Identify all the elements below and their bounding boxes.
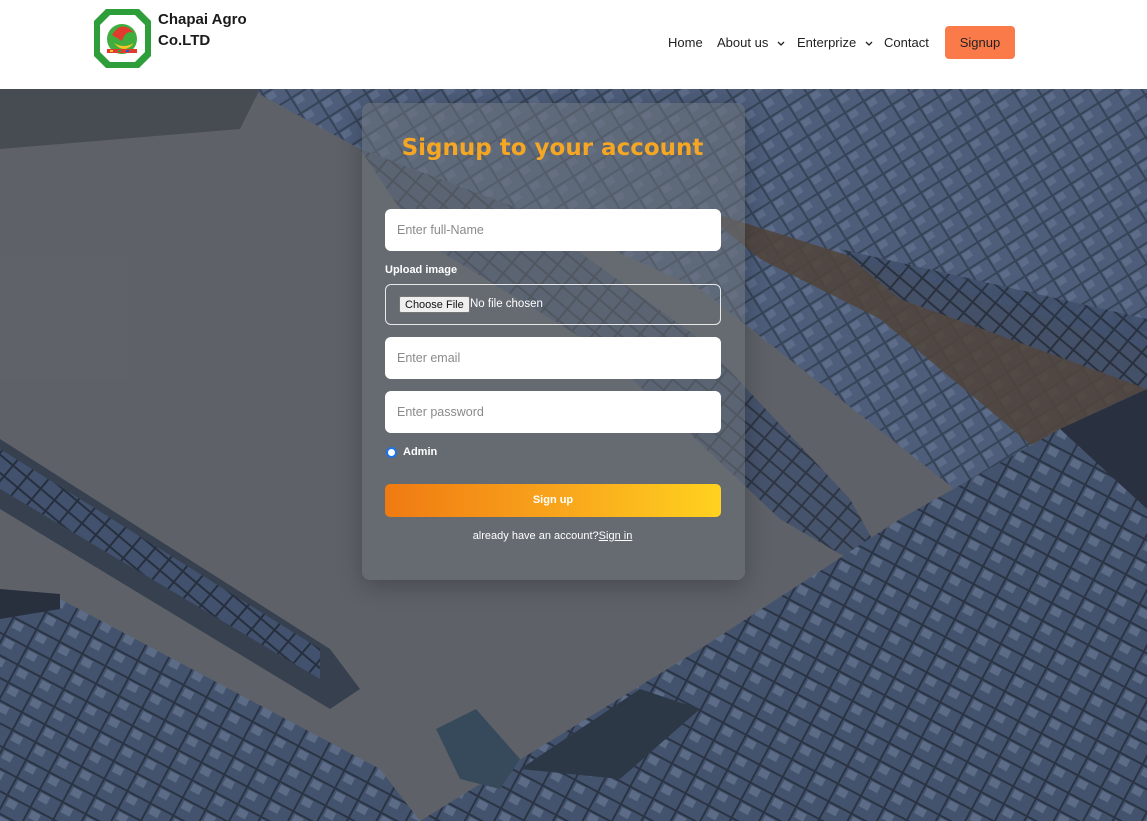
admin-radio-label[interactable]: Admin bbox=[403, 446, 437, 458]
nav-home[interactable]: Home bbox=[668, 26, 703, 59]
main-nav: Home About us Enterprize Contact Signup bbox=[0, 26, 1147, 59]
admin-radio[interactable] bbox=[386, 447, 397, 458]
nav-contact-label: Contact bbox=[884, 35, 929, 50]
site-header: Chapai Agro Co.LTD Home About us Enterpr… bbox=[0, 0, 1147, 89]
email-input[interactable] bbox=[385, 337, 721, 379]
file-upload-field[interactable]: Choose File No file chosen bbox=[385, 284, 721, 325]
nav-contact[interactable]: Contact bbox=[884, 26, 929, 59]
nav-enterprize[interactable]: Enterprize bbox=[797, 26, 873, 59]
nav-enterprize-label: Enterprize bbox=[797, 35, 857, 50]
signup-title: Signup to your account bbox=[401, 135, 704, 161]
nav-signup-button[interactable]: Signup bbox=[945, 26, 1015, 59]
signin-link[interactable]: Sign in bbox=[599, 530, 633, 542]
nav-home-label: Home bbox=[668, 35, 703, 50]
nav-about-us-label: About us bbox=[717, 35, 769, 50]
file-status-text: No file chosen bbox=[470, 298, 543, 310]
chevron-down-icon bbox=[865, 41, 873, 46]
signup-submit-button[interactable]: Sign up bbox=[385, 484, 721, 517]
upload-image-label: Upload image bbox=[385, 264, 458, 276]
fullname-input[interactable] bbox=[385, 209, 721, 251]
signin-prompt: already have an account?Sign in bbox=[0, 530, 1105, 542]
nav-about-us[interactable]: About us bbox=[717, 26, 785, 59]
password-input[interactable] bbox=[385, 391, 721, 433]
already-account-text: already have an account? bbox=[472, 530, 599, 542]
chevron-down-icon bbox=[777, 41, 785, 46]
choose-file-button[interactable]: Choose File bbox=[399, 296, 470, 313]
